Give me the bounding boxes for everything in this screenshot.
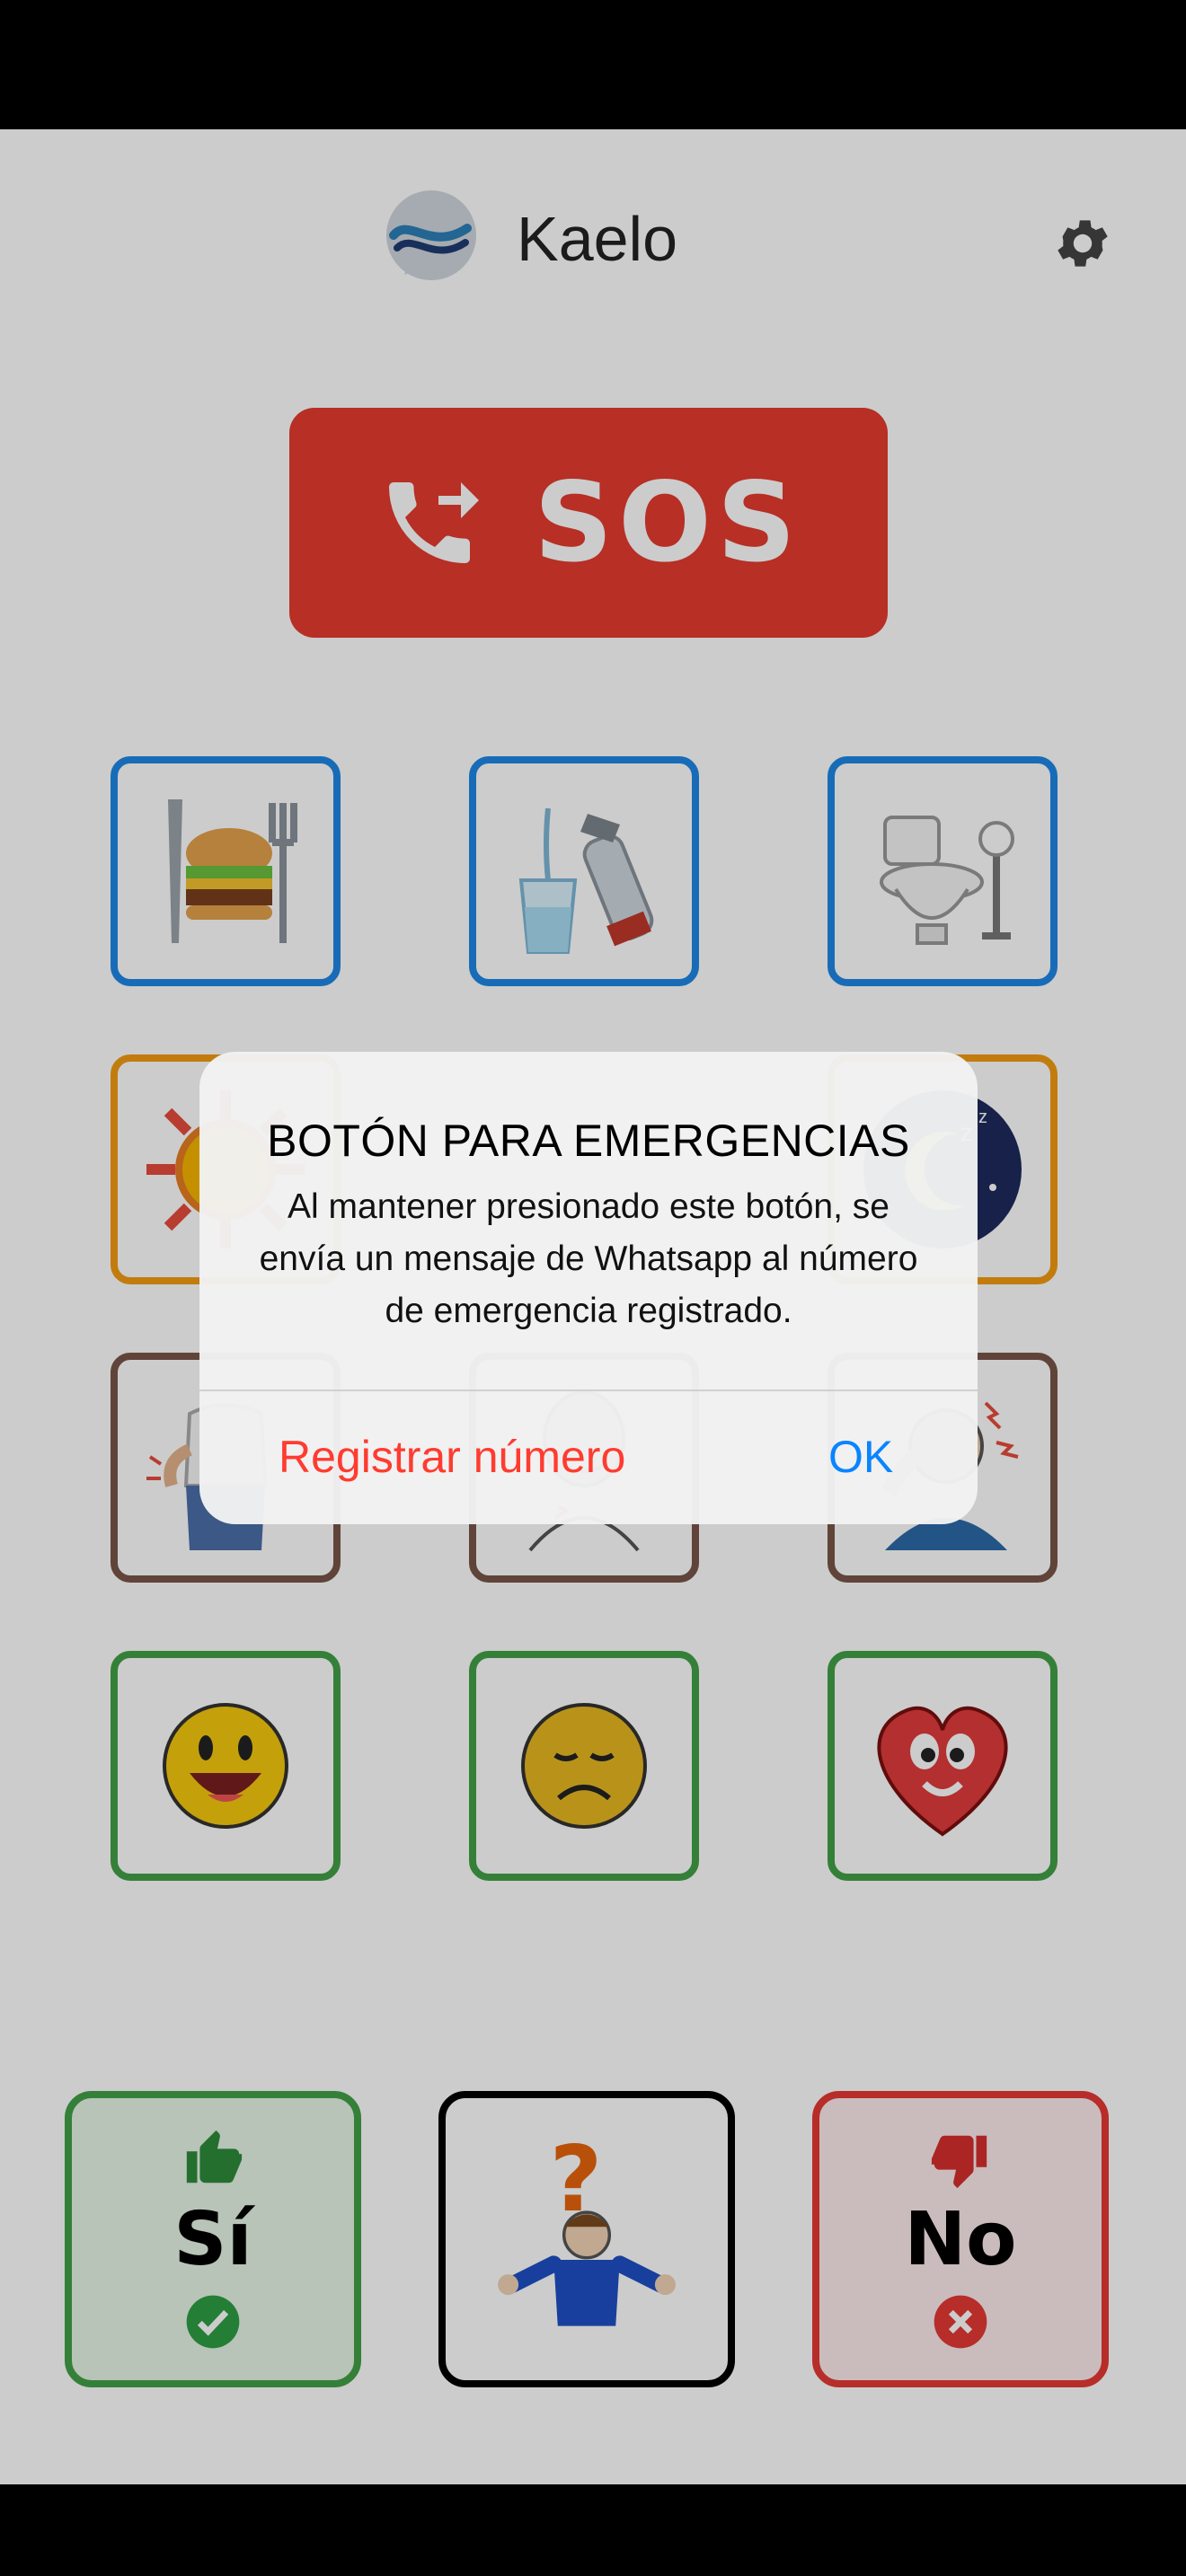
emergency-alert-dialog: BOTÓN PARA EMERGENCIAS Al mantener presi… — [199, 1052, 978, 1524]
ok-button[interactable]: OK — [828, 1389, 893, 1524]
alert-message: Al mantener presionado este botón, se en… — [259, 1187, 918, 1330]
register-number-button[interactable]: Registrar número — [279, 1389, 625, 1524]
bottom-bar — [0, 2484, 1186, 2576]
alert-title: BOTÓN PARA EMERGENCIAS — [267, 1116, 910, 1166]
app-screen: Kaelo SOS z Sí ? No BOTÓN PARA EMERGENCI… — [0, 129, 1186, 2484]
